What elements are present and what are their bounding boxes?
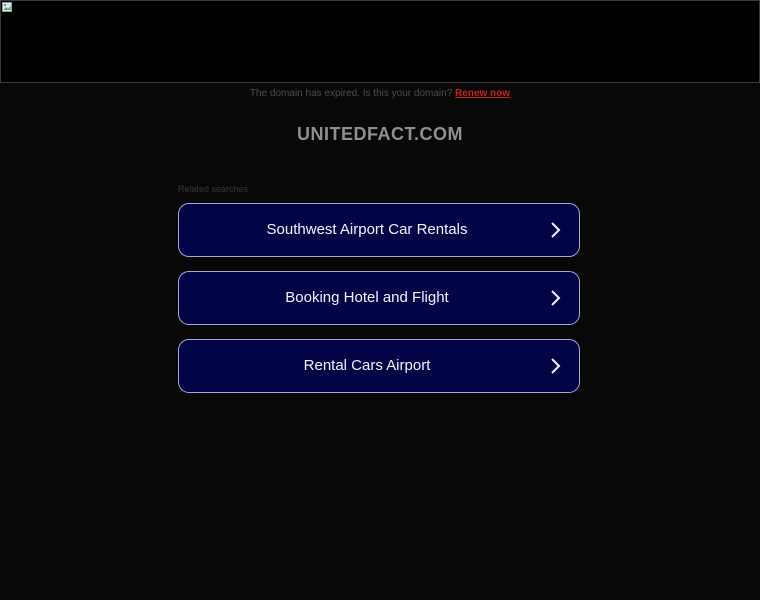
expired-notice: The domain has expired. Is this your dom… [0, 88, 760, 99]
related-search-label: Rental Cars Airport [303, 357, 431, 374]
related-search-label: Booking Hotel and Flight [285, 289, 449, 306]
renew-now-link[interactable]: Renew now [455, 88, 510, 99]
broken-image-icon [2, 2, 12, 12]
related-search-button[interactable]: Rental Cars Airport [178, 339, 580, 393]
chevron-right-icon [551, 290, 561, 306]
related-search-button[interactable]: Southwest Airport Car Rentals [178, 203, 580, 257]
chevron-right-icon [551, 358, 561, 374]
domain-title: UNITEDFACT.COM [297, 124, 463, 144]
related-searches-heading: Related searches [178, 184, 249, 194]
related-search-button[interactable]: Booking Hotel and Flight [178, 271, 580, 325]
banner-image [0, 0, 760, 83]
related-search-label: Southwest Airport Car Rentals [266, 221, 468, 238]
expired-text: The domain has expired. Is this your dom… [249, 88, 453, 99]
chevron-right-icon [551, 222, 561, 238]
